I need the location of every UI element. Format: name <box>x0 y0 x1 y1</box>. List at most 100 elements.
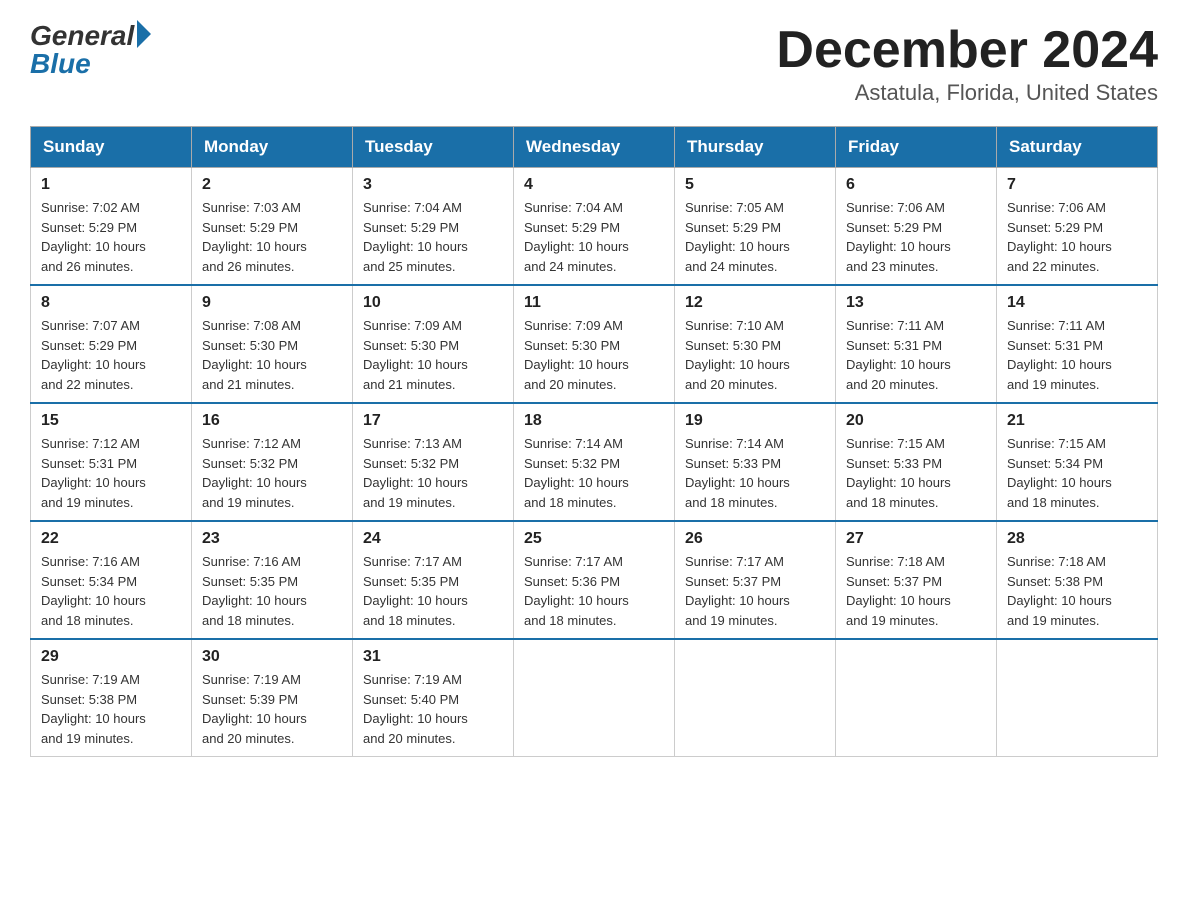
table-row: 7 Sunrise: 7:06 AMSunset: 5:29 PMDayligh… <box>997 168 1158 286</box>
day-number: 22 <box>41 530 181 548</box>
logo-arrow-icon <box>137 20 151 48</box>
day-info: Sunrise: 7:19 AMSunset: 5:38 PMDaylight:… <box>41 672 146 746</box>
location: Astatula, Florida, United States <box>776 80 1158 106</box>
day-number: 2 <box>202 176 342 194</box>
table-row: 17 Sunrise: 7:13 AMSunset: 5:32 PMDaylig… <box>353 403 514 521</box>
day-info: Sunrise: 7:17 AMSunset: 5:37 PMDaylight:… <box>685 554 790 628</box>
header-sunday: Sunday <box>31 127 192 168</box>
header-tuesday: Tuesday <box>353 127 514 168</box>
header-monday: Monday <box>192 127 353 168</box>
day-info: Sunrise: 7:16 AMSunset: 5:34 PMDaylight:… <box>41 554 146 628</box>
day-info: Sunrise: 7:12 AMSunset: 5:32 PMDaylight:… <box>202 436 307 510</box>
table-row: 21 Sunrise: 7:15 AMSunset: 5:34 PMDaylig… <box>997 403 1158 521</box>
day-number: 5 <box>685 176 825 194</box>
day-number: 31 <box>363 648 503 666</box>
table-row: 31 Sunrise: 7:19 AMSunset: 5:40 PMDaylig… <box>353 639 514 757</box>
day-number: 6 <box>846 176 986 194</box>
day-info: Sunrise: 7:05 AMSunset: 5:29 PMDaylight:… <box>685 200 790 274</box>
day-info: Sunrise: 7:03 AMSunset: 5:29 PMDaylight:… <box>202 200 307 274</box>
table-row: 22 Sunrise: 7:16 AMSunset: 5:34 PMDaylig… <box>31 521 192 639</box>
day-info: Sunrise: 7:09 AMSunset: 5:30 PMDaylight:… <box>363 318 468 392</box>
day-number: 28 <box>1007 530 1147 548</box>
day-info: Sunrise: 7:17 AMSunset: 5:35 PMDaylight:… <box>363 554 468 628</box>
header-saturday: Saturday <box>997 127 1158 168</box>
day-number: 9 <box>202 294 342 312</box>
table-row: 27 Sunrise: 7:18 AMSunset: 5:37 PMDaylig… <box>836 521 997 639</box>
day-info: Sunrise: 7:19 AMSunset: 5:39 PMDaylight:… <box>202 672 307 746</box>
day-info: Sunrise: 7:12 AMSunset: 5:31 PMDaylight:… <box>41 436 146 510</box>
calendar-table: Sunday Monday Tuesday Wednesday Thursday… <box>30 126 1158 757</box>
day-number: 10 <box>363 294 503 312</box>
calendar-week-row: 1 Sunrise: 7:02 AMSunset: 5:29 PMDayligh… <box>31 168 1158 286</box>
day-number: 15 <box>41 412 181 430</box>
table-row: 30 Sunrise: 7:19 AMSunset: 5:39 PMDaylig… <box>192 639 353 757</box>
day-info: Sunrise: 7:16 AMSunset: 5:35 PMDaylight:… <box>202 554 307 628</box>
day-info: Sunrise: 7:17 AMSunset: 5:36 PMDaylight:… <box>524 554 629 628</box>
day-number: 29 <box>41 648 181 666</box>
day-info: Sunrise: 7:19 AMSunset: 5:40 PMDaylight:… <box>363 672 468 746</box>
table-row: 24 Sunrise: 7:17 AMSunset: 5:35 PMDaylig… <box>353 521 514 639</box>
day-info: Sunrise: 7:06 AMSunset: 5:29 PMDaylight:… <box>846 200 951 274</box>
day-info: Sunrise: 7:08 AMSunset: 5:30 PMDaylight:… <box>202 318 307 392</box>
header-wednesday: Wednesday <box>514 127 675 168</box>
day-number: 23 <box>202 530 342 548</box>
table-row: 10 Sunrise: 7:09 AMSunset: 5:30 PMDaylig… <box>353 285 514 403</box>
day-number: 26 <box>685 530 825 548</box>
logo-blue-text: Blue <box>30 48 91 80</box>
table-row: 6 Sunrise: 7:06 AMSunset: 5:29 PMDayligh… <box>836 168 997 286</box>
day-number: 25 <box>524 530 664 548</box>
day-info: Sunrise: 7:02 AMSunset: 5:29 PMDaylight:… <box>41 200 146 274</box>
day-info: Sunrise: 7:15 AMSunset: 5:33 PMDaylight:… <box>846 436 951 510</box>
table-row: 1 Sunrise: 7:02 AMSunset: 5:29 PMDayligh… <box>31 168 192 286</box>
calendar-week-row: 15 Sunrise: 7:12 AMSunset: 5:31 PMDaylig… <box>31 403 1158 521</box>
day-number: 8 <box>41 294 181 312</box>
day-info: Sunrise: 7:14 AMSunset: 5:33 PMDaylight:… <box>685 436 790 510</box>
table-row: 19 Sunrise: 7:14 AMSunset: 5:33 PMDaylig… <box>675 403 836 521</box>
table-row: 11 Sunrise: 7:09 AMSunset: 5:30 PMDaylig… <box>514 285 675 403</box>
day-number: 21 <box>1007 412 1147 430</box>
day-number: 11 <box>524 294 664 312</box>
header-thursday: Thursday <box>675 127 836 168</box>
day-number: 19 <box>685 412 825 430</box>
table-row: 26 Sunrise: 7:17 AMSunset: 5:37 PMDaylig… <box>675 521 836 639</box>
day-number: 20 <box>846 412 986 430</box>
table-row: 13 Sunrise: 7:11 AMSunset: 5:31 PMDaylig… <box>836 285 997 403</box>
table-row <box>997 639 1158 757</box>
table-row: 2 Sunrise: 7:03 AMSunset: 5:29 PMDayligh… <box>192 168 353 286</box>
table-row: 25 Sunrise: 7:17 AMSunset: 5:36 PMDaylig… <box>514 521 675 639</box>
table-row: 23 Sunrise: 7:16 AMSunset: 5:35 PMDaylig… <box>192 521 353 639</box>
table-row: 28 Sunrise: 7:18 AMSunset: 5:38 PMDaylig… <box>997 521 1158 639</box>
title-area: December 2024 Astatula, Florida, United … <box>776 20 1158 106</box>
logo: General Blue <box>30 20 151 80</box>
day-info: Sunrise: 7:09 AMSunset: 5:30 PMDaylight:… <box>524 318 629 392</box>
header-friday: Friday <box>836 127 997 168</box>
day-number: 30 <box>202 648 342 666</box>
day-info: Sunrise: 7:10 AMSunset: 5:30 PMDaylight:… <box>685 318 790 392</box>
day-number: 7 <box>1007 176 1147 194</box>
day-info: Sunrise: 7:11 AMSunset: 5:31 PMDaylight:… <box>846 318 951 392</box>
day-info: Sunrise: 7:07 AMSunset: 5:29 PMDaylight:… <box>41 318 146 392</box>
day-info: Sunrise: 7:18 AMSunset: 5:37 PMDaylight:… <box>846 554 951 628</box>
header-row: Sunday Monday Tuesday Wednesday Thursday… <box>31 127 1158 168</box>
day-number: 18 <box>524 412 664 430</box>
table-row <box>675 639 836 757</box>
table-row: 16 Sunrise: 7:12 AMSunset: 5:32 PMDaylig… <box>192 403 353 521</box>
day-number: 12 <box>685 294 825 312</box>
day-info: Sunrise: 7:11 AMSunset: 5:31 PMDaylight:… <box>1007 318 1112 392</box>
table-row: 18 Sunrise: 7:14 AMSunset: 5:32 PMDaylig… <box>514 403 675 521</box>
day-number: 1 <box>41 176 181 194</box>
day-info: Sunrise: 7:13 AMSunset: 5:32 PMDaylight:… <box>363 436 468 510</box>
day-number: 17 <box>363 412 503 430</box>
day-info: Sunrise: 7:18 AMSunset: 5:38 PMDaylight:… <box>1007 554 1112 628</box>
day-info: Sunrise: 7:15 AMSunset: 5:34 PMDaylight:… <box>1007 436 1112 510</box>
calendar-week-row: 22 Sunrise: 7:16 AMSunset: 5:34 PMDaylig… <box>31 521 1158 639</box>
day-number: 16 <box>202 412 342 430</box>
day-number: 4 <box>524 176 664 194</box>
table-row: 5 Sunrise: 7:05 AMSunset: 5:29 PMDayligh… <box>675 168 836 286</box>
day-number: 13 <box>846 294 986 312</box>
table-row: 8 Sunrise: 7:07 AMSunset: 5:29 PMDayligh… <box>31 285 192 403</box>
day-number: 27 <box>846 530 986 548</box>
day-info: Sunrise: 7:14 AMSunset: 5:32 PMDaylight:… <box>524 436 629 510</box>
table-row <box>514 639 675 757</box>
table-row: 4 Sunrise: 7:04 AMSunset: 5:29 PMDayligh… <box>514 168 675 286</box>
